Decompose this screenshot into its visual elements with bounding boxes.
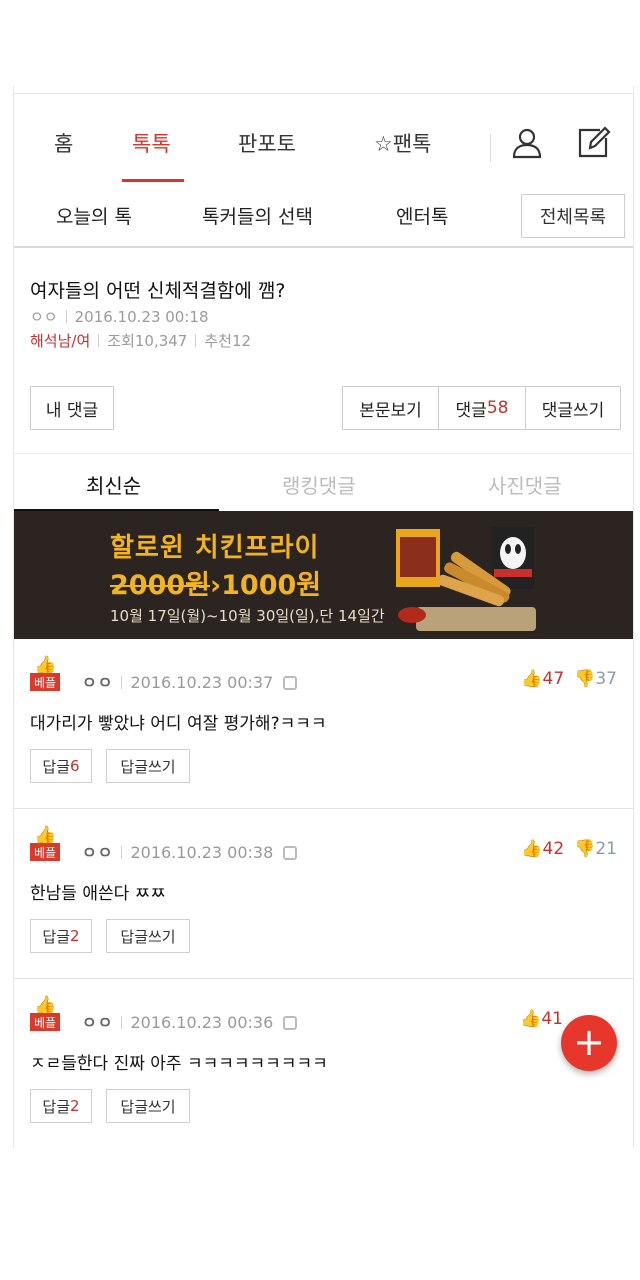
tab-fantok[interactable]: ☆팬톡 <box>374 128 431 158</box>
article-date: 2016.10.23 00:18 <box>74 308 209 326</box>
view-body-button[interactable]: 본문보기 <box>343 387 438 429</box>
comment-sort-tabs: 최신순 랭킹댓글 사진댓글 <box>14 453 633 512</box>
comment-item: 👍 베플 ㅇㅇ 2016.10.23 00:36 👍41 ㅈㄹ들한다 진짜 아주 … <box>14 979 633 1148</box>
comment-meta: ㅇㅇ 2016.10.23 00:36 <box>82 1009 298 1033</box>
comments-count: 58 <box>486 398 509 418</box>
write-comment-button[interactable]: 댓글쓰기 <box>525 387 620 429</box>
banner-title: 할로윈 치킨프라이 <box>110 533 320 563</box>
best-comment-badge: 👍 베플 <box>30 825 60 865</box>
plus-icon: + <box>573 1020 605 1064</box>
comment-meta: ㅇㅇ 2016.10.23 00:37 <box>82 669 298 693</box>
comments-count-button[interactable]: 댓글 58 <box>438 387 525 429</box>
article-meta: ㅇㅇ 2016.10.23 00:18 <box>30 306 209 327</box>
replies-button[interactable]: 답글 2 <box>30 919 92 953</box>
best-comment-badge: 👍 베플 <box>30 995 60 1035</box>
arrow-icon: › <box>210 570 222 601</box>
best-comment-badge: 👍 베플 <box>30 655 60 695</box>
comment-user: ㅇㅇ <box>82 673 114 692</box>
article-title: 여자들의 어떤 신체적결함에 깸? <box>30 280 286 302</box>
tab-latest[interactable]: 최신순 <box>86 470 141 499</box>
comment-votes: 👍47 👎37 <box>521 669 617 689</box>
sub-nav-entertok[interactable]: 엔터톡 <box>396 202 448 229</box>
article-header: 여자들의 어떤 신체적결함에 깸? ㅇㅇ 2016.10.23 00:18 해석남… <box>14 248 633 453</box>
user-icon[interactable] <box>508 124 546 162</box>
replies-button[interactable]: 답글 2 <box>30 1089 92 1123</box>
best-label: 베플 <box>30 673 60 691</box>
upvote-button[interactable]: 👍42 <box>521 839 564 859</box>
comment-user: ㅇㅇ <box>82 1013 114 1032</box>
comment-date: 2016.10.23 00:37 <box>130 673 274 692</box>
all-list-button[interactable]: 전체목록 <box>521 194 625 238</box>
article-stats: 해석남/여 조회10,347 추천12 <box>30 330 251 351</box>
thumbs-down-icon: 👎 <box>574 669 596 689</box>
write-reply-button[interactable]: 답글쓰기 <box>106 749 190 783</box>
thumbs-up-icon: 👍 <box>520 1009 542 1029</box>
sub-nav: 오늘의 톡 톡커들의 선택 엔터톡 전체목록 <box>14 184 633 248</box>
thumbs-up-icon: 👍 <box>521 669 543 689</box>
comment-user: ㅇㅇ <box>82 843 114 862</box>
banner-date: 10월 17일(월)~10월 30일(일),단 14일간 <box>110 607 385 625</box>
chicken-fries-image <box>396 527 536 631</box>
tab-photo-comments[interactable]: 사진댓글 <box>488 470 562 499</box>
comment-item: 👍 베플 ㅇㅇ 2016.10.23 00:37 👍47 👎37 대가리가 빻았냐 … <box>14 639 633 809</box>
article-tag[interactable]: 해석남/여 <box>30 332 90 350</box>
comment-text: 한남들 애쓴다 ㅉㅉ <box>30 884 166 904</box>
top-edge <box>14 86 633 94</box>
downvote-button[interactable]: 👎21 <box>574 839 617 859</box>
thumbs-down-icon: 👎 <box>574 839 596 859</box>
banner-new-price: 1000원 <box>221 570 322 601</box>
upvote-button[interactable]: 👍41 <box>520 1009 563 1029</box>
tab-home[interactable]: 홈 <box>54 128 73 158</box>
article-recommend: 추천12 <box>204 332 252 350</box>
ad-banner[interactable]: 할로윈 치킨프라이 2000원›1000원 10월 17일(월)~10월 30일… <box>14 511 633 639</box>
my-comment-button[interactable]: 내 댓글 <box>30 386 114 430</box>
banner-old-price: 2000원 <box>110 570 210 601</box>
upvote-button[interactable]: 👍47 <box>521 669 564 689</box>
lock-icon <box>283 846 298 860</box>
sub-nav-tokkers-choice[interactable]: 톡커들의 선택 <box>202 202 313 229</box>
comment-meta: ㅇㅇ 2016.10.23 00:38 <box>82 839 298 863</box>
replies-button[interactable]: 답글 6 <box>30 749 92 783</box>
thumbs-up-icon: 👍 <box>521 839 543 859</box>
nav-divider <box>490 134 491 162</box>
lock-icon <box>283 1016 298 1030</box>
comment-item: 👍 베플 ㅇㅇ 2016.10.23 00:38 👍42 👎21 한남들 애쓴다 ㅉ… <box>14 809 633 979</box>
comment-text: 대가리가 빻았냐 어디 여잘 평가해?ㅋㅋㅋ <box>30 714 327 734</box>
write-reply-button[interactable]: 답글쓰기 <box>106 1089 190 1123</box>
floating-add-button[interactable]: + <box>561 1015 617 1071</box>
article-author: ㅇㅇ <box>30 308 58 326</box>
lock-icon <box>283 676 298 690</box>
star-icon: ☆ <box>374 132 393 156</box>
comment-votes: 👍41 <box>520 1009 563 1029</box>
comment-date: 2016.10.23 00:36 <box>130 1013 274 1032</box>
tab-ranking-comments[interactable]: 랭킹댓글 <box>282 470 356 499</box>
sub-nav-today[interactable]: 오늘의 톡 <box>56 202 132 229</box>
write-reply-button[interactable]: 답글쓰기 <box>106 919 190 953</box>
main-nav: 홈 톡톡 판포토 ☆팬톡 <box>14 94 633 184</box>
tab-toktok[interactable]: 톡톡 <box>132 128 171 158</box>
edit-icon[interactable] <box>574 124 612 162</box>
best-label: 베플 <box>30 1013 60 1031</box>
article-action-group: 본문보기 댓글 58 댓글쓰기 <box>342 386 621 430</box>
page-frame: 홈 톡톡 판포토 ☆팬톡 오늘의 톡 톡커들의 선택 엔터톡 전체목록 여자들의… <box>13 86 634 1148</box>
downvote-button[interactable]: 👎37 <box>574 669 617 689</box>
banner-price: 2000원›1000원 <box>110 563 321 602</box>
best-label: 베플 <box>30 843 60 861</box>
comment-text: ㅈㄹ들한다 진짜 아주 ㅋㅋㅋㅋㅋㅋㅋㅋㅋ <box>30 1054 328 1074</box>
comment-votes: 👍42 👎21 <box>521 839 617 859</box>
article-views: 조회10,347 <box>107 332 188 350</box>
tab-fantok-label: 팬톡 <box>392 132 432 156</box>
active-tab-underline <box>122 179 184 182</box>
tab-panphoto[interactable]: 판포토 <box>238 128 296 158</box>
comments-label: 댓글 <box>455 400 487 421</box>
comment-date: 2016.10.23 00:38 <box>130 843 274 862</box>
